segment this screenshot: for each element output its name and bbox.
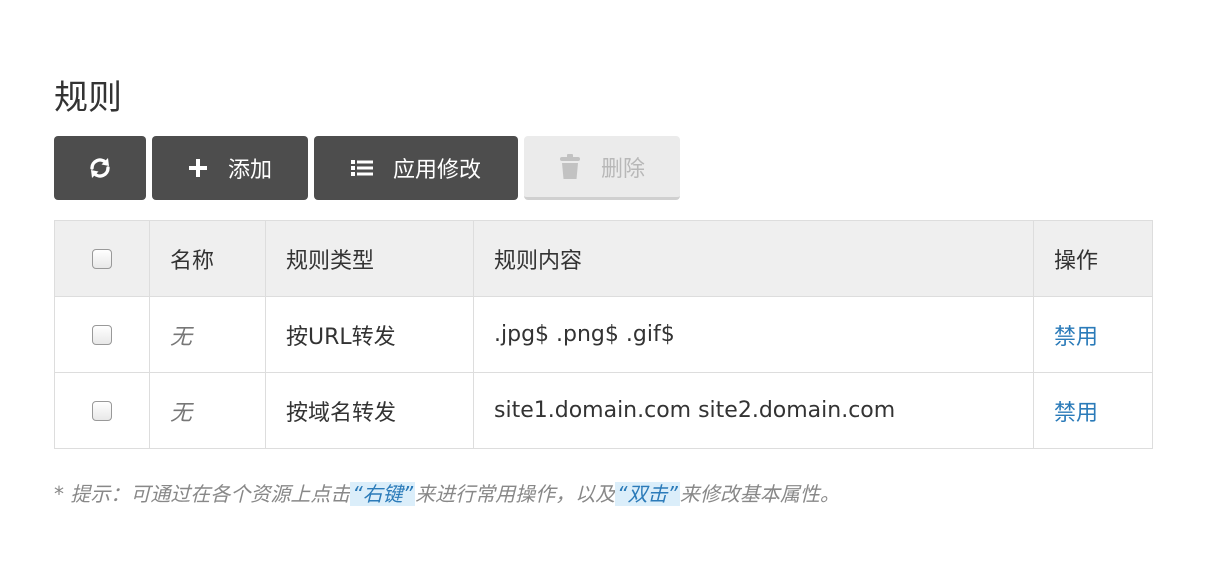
list-icon bbox=[350, 159, 373, 177]
page-title: 规则 bbox=[54, 78, 122, 118]
select-all-checkbox[interactable] bbox=[92, 249, 112, 269]
add-button-label: 添加 bbox=[227, 158, 272, 183]
rule-type: 按域名转发 bbox=[265, 372, 474, 449]
add-button[interactable]: 添加 bbox=[152, 136, 308, 200]
row-checkbox[interactable] bbox=[92, 401, 112, 421]
hint-suffix: 来修改基本属性。 bbox=[679, 482, 840, 506]
row-select-cell bbox=[54, 372, 150, 449]
trash-icon bbox=[559, 153, 581, 180]
toolbar: 添加 应用修改 删除 bbox=[54, 136, 680, 200]
rule-content: site1.domain.com site2.domain.com bbox=[473, 372, 1034, 449]
disable-link[interactable]: 禁用 bbox=[1054, 401, 1098, 426]
rule-name: 无 bbox=[149, 296, 266, 373]
hint-right-click: “右键” bbox=[350, 482, 416, 506]
table-row[interactable]: 无 按URL转发 .jpg$ .png$ .gif$ 禁用 bbox=[54, 296, 1153, 373]
plus-icon bbox=[188, 158, 208, 178]
column-header-action: 操作 bbox=[1033, 220, 1153, 297]
hint-middle: 来进行常用操作，以及 bbox=[415, 482, 616, 506]
rules-table: 名称 规则类型 规则内容 操作 无 按URL转发 .jpg$ .png$ .gi… bbox=[54, 220, 1153, 449]
rule-name: 无 bbox=[149, 372, 266, 449]
column-header-content: 规则内容 bbox=[473, 220, 1034, 297]
rule-action-cell: 禁用 bbox=[1033, 372, 1153, 449]
rule-type: 按URL转发 bbox=[265, 296, 474, 373]
row-select-cell bbox=[54, 296, 150, 373]
column-header-name: 名称 bbox=[149, 220, 266, 297]
refresh-icon bbox=[87, 155, 113, 181]
table-header-row: 名称 规则类型 规则内容 操作 bbox=[54, 220, 1153, 297]
rule-content: .jpg$ .png$ .gif$ bbox=[473, 296, 1034, 373]
hint-text: * 提示：可通过在各个资源上点击 “右键” 来进行常用操作，以及 “双击” 来修改基本属… bbox=[54, 478, 840, 507]
delete-button[interactable]: 删除 bbox=[524, 136, 680, 200]
select-all-cell bbox=[54, 220, 150, 297]
refresh-button[interactable] bbox=[54, 136, 146, 200]
hint-double-click: “双击” bbox=[615, 482, 680, 506]
apply-changes-button[interactable]: 应用修改 bbox=[314, 136, 518, 200]
table-row[interactable]: 无 按域名转发 site1.domain.com site2.domain.co… bbox=[54, 372, 1153, 449]
rule-action-cell: 禁用 bbox=[1033, 296, 1153, 373]
hint-prefix: * 提示：可通过在各个资源上点击 bbox=[54, 482, 351, 506]
row-checkbox[interactable] bbox=[92, 325, 112, 345]
column-header-type: 规则类型 bbox=[265, 220, 474, 297]
apply-changes-label: 应用修改 bbox=[392, 158, 481, 183]
delete-button-label: 删除 bbox=[600, 156, 645, 182]
disable-link[interactable]: 禁用 bbox=[1054, 325, 1098, 350]
